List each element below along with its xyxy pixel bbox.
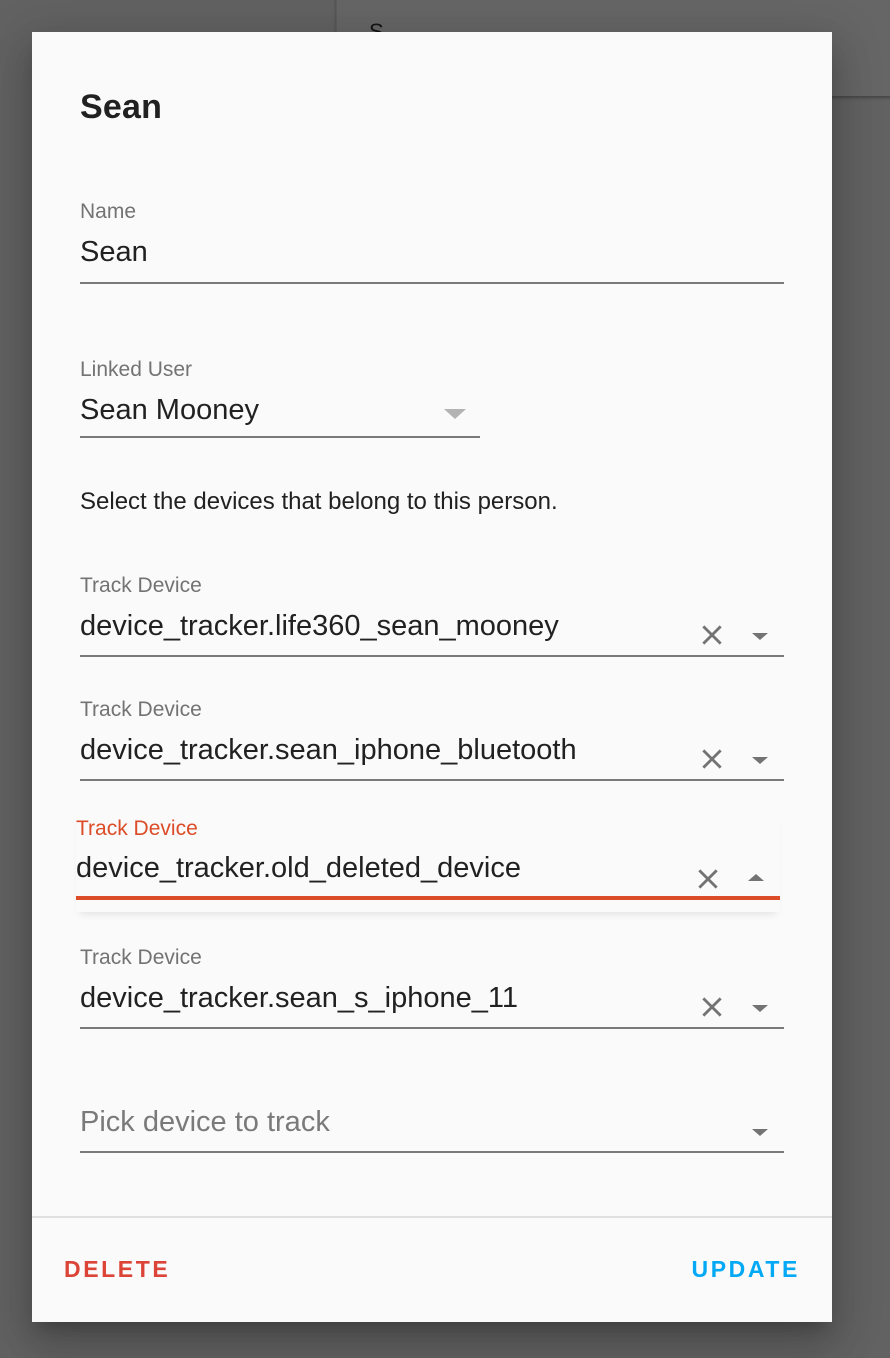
clear-icon[interactable]: [699, 746, 725, 772]
track-device-value[interactable]: device_tracker.sean_iphone_bluetooth: [80, 734, 577, 767]
name-field[interactable]: Name Sean: [80, 200, 784, 286]
linked-user-label: Linked User: [80, 358, 193, 381]
clear-icon[interactable]: [695, 866, 721, 892]
track-device-field-focused[interactable]: Track Device device_tracker.old_deleted_…: [76, 812, 780, 912]
delete-button[interactable]: DELETE: [64, 1256, 170, 1283]
track-device-label: Track Device: [80, 698, 202, 721]
chevron-down-icon[interactable]: [752, 1129, 768, 1136]
track-device-label: Track Device: [80, 946, 202, 969]
actions-divider: [32, 1216, 832, 1218]
chevron-down-icon[interactable]: [752, 633, 768, 640]
track-device-underline-focused: [76, 896, 780, 900]
chevron-up-icon[interactable]: [748, 874, 764, 881]
track-device-value[interactable]: device_tracker.old_deleted_device: [76, 852, 521, 885]
linked-user-value[interactable]: Sean Mooney: [80, 394, 259, 427]
track-device-value[interactable]: device_tracker.sean_s_iphone_11: [80, 982, 518, 1015]
track-device-underline: [80, 655, 784, 657]
pick-device-select[interactable]: Pick device to track: [80, 1106, 784, 1156]
linked-user-select[interactable]: Linked User Sean Mooney: [80, 358, 480, 440]
pick-device-placeholder[interactable]: Pick device to track: [80, 1106, 330, 1139]
devices-description: Select the devices that belong to this p…: [80, 488, 558, 515]
track-device-field[interactable]: Track Device device_tracker.sean_s_iphon…: [80, 946, 784, 1030]
name-field-label: Name: [80, 200, 137, 223]
track-device-underline: [80, 779, 784, 781]
clear-icon[interactable]: [699, 622, 725, 648]
name-input[interactable]: Sean: [80, 236, 148, 269]
chevron-down-icon[interactable]: [752, 757, 768, 764]
linked-user-underline: [80, 436, 480, 438]
track-device-value[interactable]: device_tracker.life360_sean_mooney: [80, 610, 559, 643]
track-device-field[interactable]: Track Device device_tracker.life360_sean…: [80, 574, 784, 658]
track-device-label: Track Device: [76, 817, 198, 840]
track-device-field[interactable]: Track Device device_tracker.sean_iphone_…: [80, 698, 784, 782]
dialog-title: Sean: [80, 88, 163, 126]
track-device-label: Track Device: [80, 574, 202, 597]
name-underline: [80, 282, 784, 284]
person-dialog: Sean Name Sean Linked User Sean Mooney S…: [32, 32, 832, 1322]
chevron-down-icon[interactable]: [752, 1005, 768, 1012]
chevron-down-icon[interactable]: [444, 409, 466, 419]
update-button[interactable]: UPDATE: [692, 1256, 800, 1283]
track-device-underline: [80, 1027, 784, 1029]
pick-device-underline: [80, 1151, 784, 1153]
clear-icon[interactable]: [699, 994, 725, 1020]
background-card-text: S: [369, 19, 384, 32]
